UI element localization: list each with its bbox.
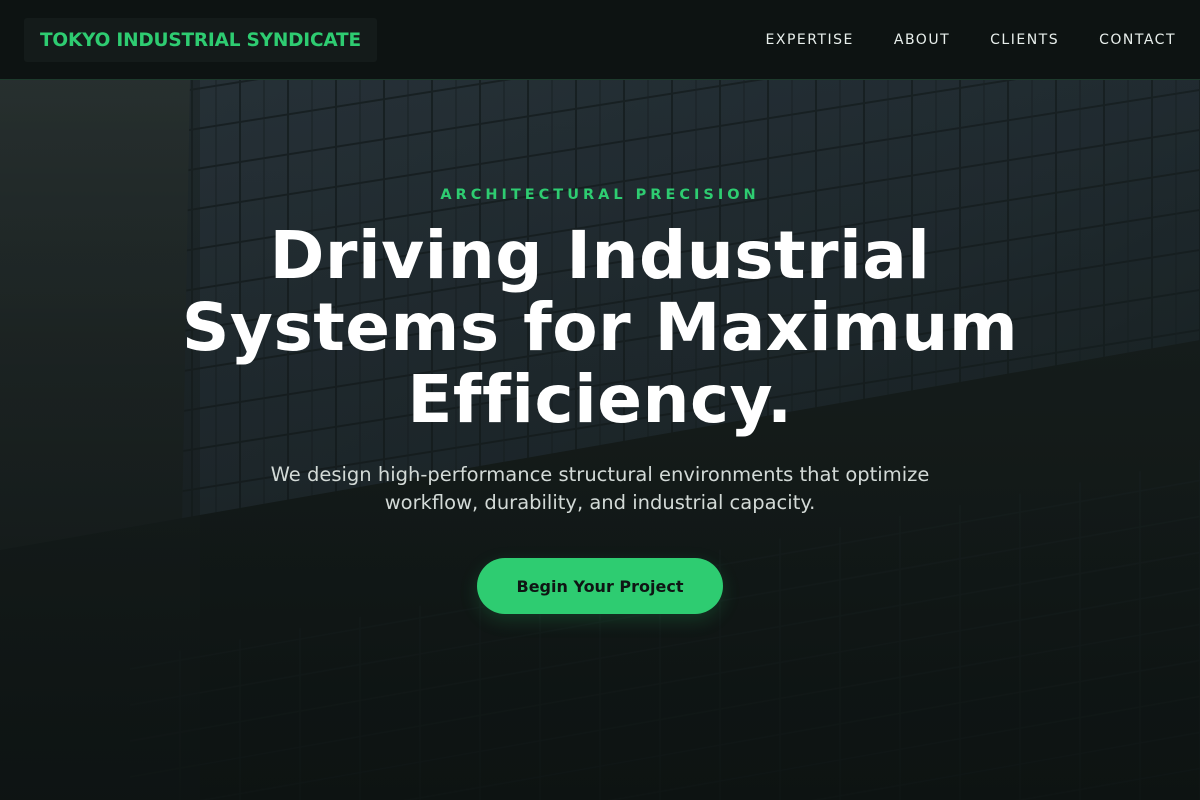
nav-item-expertise[interactable]: EXPERTISE xyxy=(766,32,854,48)
begin-project-button[interactable]: Begin Your Project xyxy=(477,558,723,614)
brand-logo[interactable]: TOKYO INDUSTRIAL SYNDICATE xyxy=(24,18,377,62)
nav-item-contact[interactable]: CONTACT xyxy=(1099,32,1176,48)
hero-headline: Driving Industrial Systems for Maximum E… xyxy=(181,217,1019,438)
nav-item-about[interactable]: ABOUT xyxy=(894,32,950,48)
site-header: TOKYO INDUSTRIAL SYNDICATE EXPERTISE ABO… xyxy=(0,0,1200,80)
hero-subheadline: We design high-performance structural en… xyxy=(270,463,930,514)
nav-item-clients[interactable]: CLIENTS xyxy=(990,32,1059,48)
hero-eyebrow: ARCHITECTURAL PRECISION xyxy=(440,187,760,203)
main-nav: EXPERTISE ABOUT CLIENTS CONTACT xyxy=(766,0,1176,80)
